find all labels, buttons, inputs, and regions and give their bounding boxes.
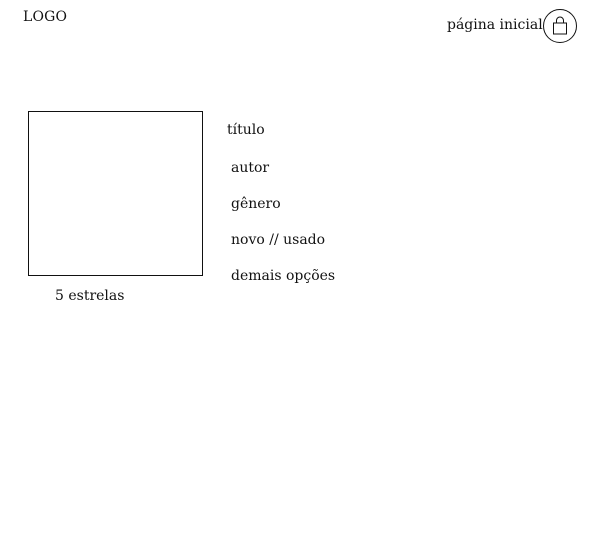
book-genre: gênero <box>231 196 281 212</box>
book-title: título <box>227 122 265 138</box>
logo[interactable]: LOGO <box>23 8 67 26</box>
cart-button[interactable] <box>543 9 577 43</box>
more-options-link[interactable]: demais opções <box>231 267 335 285</box>
home-link[interactable]: página inicial <box>447 16 543 34</box>
condition-selector[interactable]: novo // usado <box>231 231 325 249</box>
book-cover-image[interactable] <box>28 111 203 276</box>
star-rating: 5 estrelas <box>55 288 125 304</box>
book-author: autor <box>231 160 270 176</box>
shopping-bag-icon <box>551 15 569 37</box>
